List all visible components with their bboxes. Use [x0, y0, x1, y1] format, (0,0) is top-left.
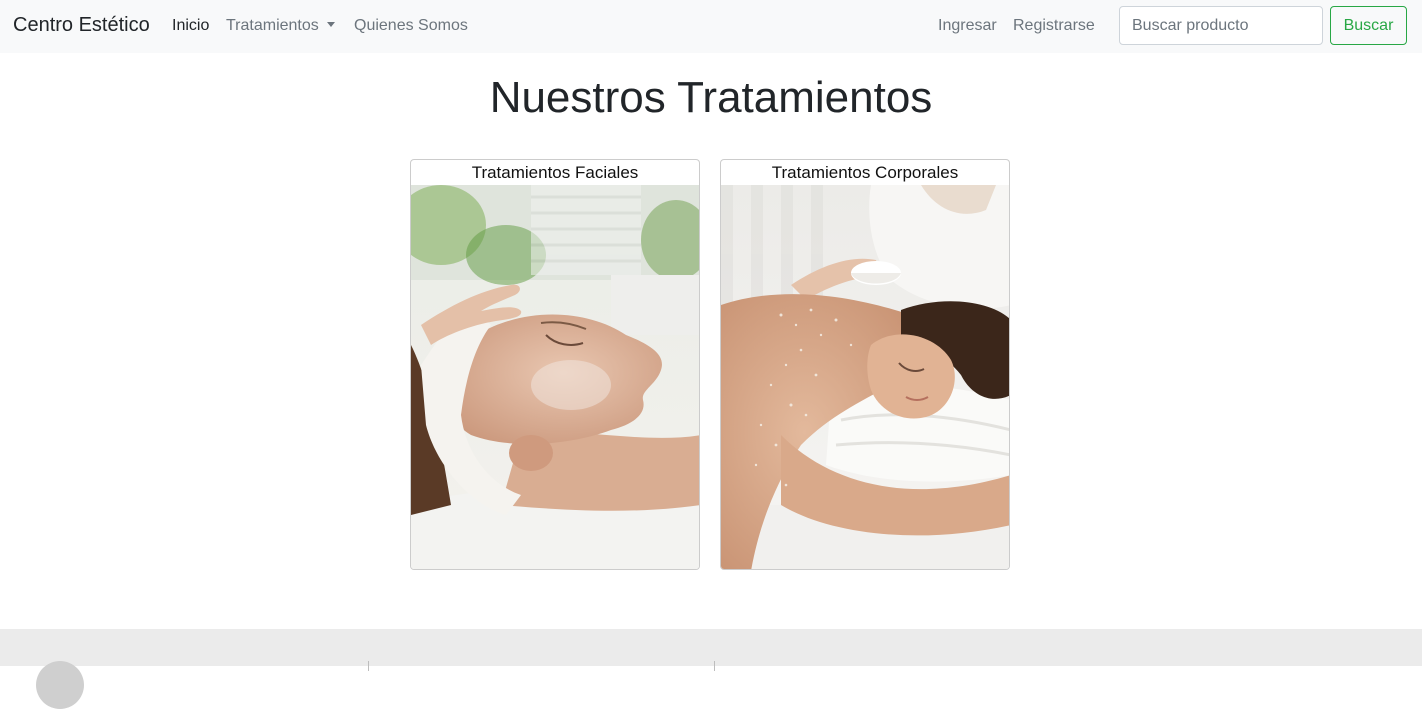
nav-dropdown-label: Tratamientos — [226, 17, 319, 34]
nav-link-inicio[interactable]: Inicio — [172, 15, 209, 37]
footer — [0, 629, 1422, 709]
nav-dropdown-tratamientos[interactable]: Tratamientos — [226, 15, 335, 37]
card-title: Tratamientos Corporales — [771, 163, 959, 182]
body-treatment-image — [721, 185, 1009, 569]
search-input[interactable] — [1119, 6, 1323, 45]
page-title: Nuestros Tratamientos — [489, 73, 933, 122]
card-tratamientos-faciales[interactable]: Tratamientos Faciales — [410, 159, 700, 570]
search-button[interactable]: Buscar — [1330, 6, 1407, 45]
top-navbar: Centro Estético Inicio Tratamientos Quie… — [0, 0, 1422, 53]
nav-link-registrarse[interactable]: Registrarse — [1013, 15, 1095, 37]
brand-link[interactable]: Centro Estético — [13, 12, 150, 38]
footer-logo — [36, 661, 84, 709]
footer-divider — [368, 661, 369, 671]
facial-treatment-image — [411, 185, 699, 569]
nav-link-quienes-somos[interactable]: Quienes Somos — [354, 15, 468, 37]
caret-down-icon — [326, 22, 335, 27]
card-title: Tratamientos Faciales — [471, 163, 639, 182]
card-tratamientos-corporales[interactable]: Tratamientos Corporales — [720, 159, 1010, 570]
nav-link-ingresar[interactable]: Ingresar — [938, 15, 997, 37]
footer-divider — [714, 661, 715, 671]
